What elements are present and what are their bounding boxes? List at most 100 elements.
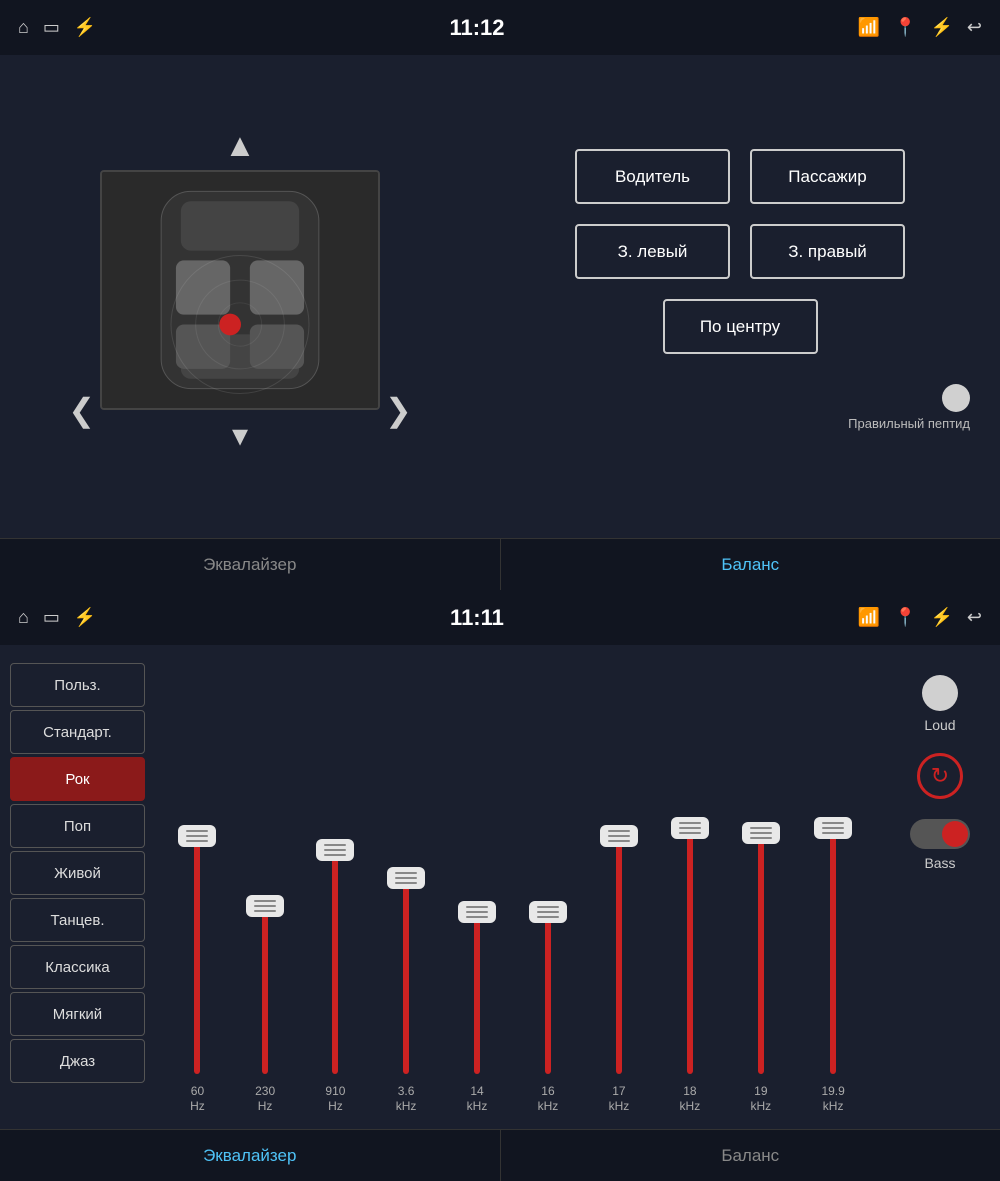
sliders-container: 60Hz 230Hz 910Hz 3.6kHz 14kHz 16kHz 17kHz 18kHz… (165, 665, 870, 1125)
cast-icon[interactable]: 📶 (858, 17, 880, 38)
preset-list: Польз.Стандарт.РокПопЖивойТанцев.Классик… (0, 655, 155, 1125)
preset-item-польз.[interactable]: Польз. (10, 663, 145, 707)
slider-col-60Hz: 60Hz (190, 775, 205, 1115)
slider-label: 16kHz (538, 1084, 559, 1115)
location-icon[interactable]: 📍 (894, 17, 916, 38)
slider-track[interactable] (545, 912, 551, 1074)
preset-item-джаз[interactable]: Джаз (10, 1039, 145, 1083)
car-image (100, 170, 380, 410)
car-svg (102, 170, 378, 410)
bass-label: Bass (924, 855, 955, 871)
bottom-status-bar: ⌂ ▭ ⚡ 11:11 📶 📍 ⚡ ↩ (0, 590, 1000, 645)
preset-item-поп[interactable]: Поп (10, 804, 145, 848)
status-bar-left: ⌂ ▭ ⚡ (18, 17, 96, 38)
nav-right-button[interactable]: ❯ (385, 391, 412, 429)
bass-control: Bass (910, 819, 970, 871)
toggle-label: Правильный пептид (848, 416, 970, 431)
slider-track[interactable] (758, 833, 764, 1074)
slider-col-19kHz: 19kHz (750, 775, 771, 1115)
reset-button[interactable]: ↻ (917, 753, 963, 799)
bluetooth-icon-2[interactable]: ⚡ (930, 607, 952, 628)
loud-label: Loud (924, 717, 955, 733)
eq-right-controls: Loud ↻ Bass (880, 655, 1000, 1125)
front-seat-row: Водитель Пассажир (575, 149, 905, 204)
tab-balance-bottom[interactable]: Баланс (501, 1130, 1000, 1181)
screen-icon[interactable]: ▭ (43, 17, 60, 38)
slider-label: 230Hz (255, 1084, 275, 1115)
slider-col-910Hz: 910Hz (325, 775, 345, 1115)
slider-handle[interactable] (316, 839, 354, 861)
slider-label: 19.9kHz (821, 1084, 844, 1115)
slider-label: 14kHz (467, 1084, 488, 1115)
slider-col-230Hz: 230Hz (255, 775, 275, 1115)
bluetooth-icon[interactable]: ⚡ (930, 17, 952, 38)
slider-handle[interactable] (529, 901, 567, 923)
slider-track[interactable] (194, 836, 200, 1074)
bass-switch-dot (942, 821, 968, 847)
top-tab-bar: Эквалайзер Баланс (0, 538, 1000, 590)
preset-item-классика[interactable]: Классика (10, 945, 145, 989)
passenger-button[interactable]: Пассажир (750, 149, 905, 204)
driver-button[interactable]: Водитель (575, 149, 730, 204)
rear-left-button[interactable]: З. левый (575, 224, 730, 279)
nav-up-button[interactable]: ▲ (224, 121, 256, 170)
center-button[interactable]: По центру (663, 299, 818, 354)
preset-item-мягкий[interactable]: Мягкий (10, 992, 145, 1036)
slider-label: 18kHz (680, 1084, 701, 1115)
nav-down-button[interactable]: ▾ (232, 410, 248, 460)
slider-col-17kHz: 17kHz (609, 775, 630, 1115)
bottom-tab-bar: Эквалайзер Баланс (0, 1129, 1000, 1181)
slider-handle[interactable] (600, 825, 638, 847)
usb-icon-2[interactable]: ⚡ (74, 607, 96, 628)
slider-handle[interactable] (246, 895, 284, 917)
seat-buttons-area: Водитель Пассажир З. левый З. правый По … (480, 55, 1000, 525)
slider-track[interactable] (616, 836, 622, 1074)
bottom-status-right: 📶 📍 ⚡ ↩ (858, 607, 982, 628)
slider-track[interactable] (687, 828, 693, 1074)
slider-track[interactable] (403, 878, 409, 1074)
slider-col-3.6kHz: 3.6kHz (396, 775, 417, 1115)
home-icon[interactable]: ⌂ (18, 17, 29, 38)
slider-col-18kHz: 18kHz (680, 775, 701, 1115)
slider-handle[interactable] (387, 867, 425, 889)
slider-track[interactable] (262, 906, 268, 1074)
cast-icon-2[interactable]: 📶 (858, 607, 880, 628)
center-row: По центру (663, 299, 818, 354)
toggle-circle[interactable] (942, 384, 970, 412)
slider-track[interactable] (332, 850, 338, 1074)
rear-right-button[interactable]: З. правый (750, 224, 905, 279)
slider-col-14kHz: 14kHz (467, 775, 488, 1115)
location-icon-2[interactable]: 📍 (894, 607, 916, 628)
tab-equalizer-top[interactable]: Эквалайзер (0, 539, 501, 590)
rear-seat-row: З. левый З. правый (575, 224, 905, 279)
slider-label: 19kHz (750, 1084, 771, 1115)
slider-handle[interactable] (178, 825, 216, 847)
top-clock: 11:12 (449, 15, 504, 41)
nav-left-button[interactable]: ❮ (68, 391, 95, 429)
slider-track[interactable] (474, 912, 480, 1074)
back-icon[interactable]: ↩ (967, 17, 982, 38)
status-bar-right: 📶 📍 ⚡ ↩ (858, 17, 982, 38)
slider-col-19.9kHz: 19.9kHz (821, 775, 844, 1115)
usb-icon[interactable]: ⚡ (74, 17, 96, 38)
preset-item-танцев.[interactable]: Танцев. (10, 898, 145, 942)
top-panel: ⌂ ▭ ⚡ 11:12 📶 📍 ⚡ ↩ ▲ ❮ (0, 0, 1000, 590)
bass-switch[interactable] (910, 819, 970, 849)
preset-item-рок[interactable]: Рок (10, 757, 145, 801)
slider-handle[interactable] (814, 817, 852, 839)
tab-balance-top[interactable]: Баланс (501, 539, 1000, 590)
preset-item-стандарт.[interactable]: Стандарт. (10, 710, 145, 754)
loud-button[interactable] (922, 675, 958, 711)
screen-icon-2[interactable]: ▭ (43, 607, 60, 628)
eq-sliders: 60Hz 230Hz 910Hz 3.6kHz 14kHz 16kHz 17kHz 18kHz… (155, 655, 880, 1125)
slider-handle[interactable] (742, 822, 780, 844)
bottom-clock: 11:11 (450, 605, 504, 631)
back-icon-2[interactable]: ↩ (967, 607, 982, 628)
tab-equalizer-bottom[interactable]: Эквалайзер (0, 1130, 501, 1181)
slider-track[interactable] (830, 828, 836, 1074)
slider-handle[interactable] (458, 901, 496, 923)
slider-handle[interactable] (671, 817, 709, 839)
bottom-status-left: ⌂ ▭ ⚡ (18, 607, 96, 628)
home-icon-2[interactable]: ⌂ (18, 607, 29, 628)
preset-item-живой[interactable]: Живой (10, 851, 145, 895)
